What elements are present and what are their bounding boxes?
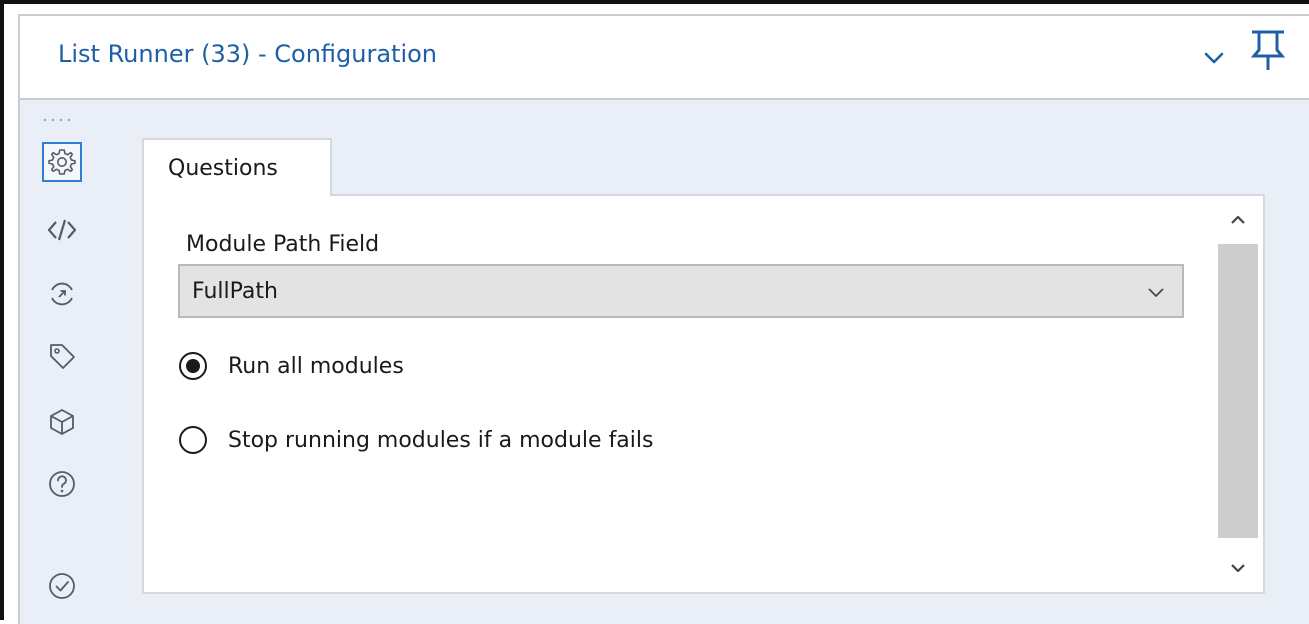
module-path-label: Module Path Field	[186, 232, 380, 257]
window-title: List Runner (33) - Configuration	[58, 40, 438, 68]
radio-stop-on-failure[interactable]: Stop running modules if a module fails	[178, 422, 653, 458]
radio-run-all-modules[interactable]: Run all modules	[178, 348, 404, 384]
chevron-down-icon	[1148, 288, 1164, 297]
chevron-up-icon	[1231, 215, 1245, 224]
scroll-up-button[interactable]	[1216, 200, 1260, 240]
configuration-window: List Runner (33) - Configuration Questio…	[0, 0, 1309, 624]
tab-questions-label: Questions	[168, 156, 278, 181]
vertical-scrollbar[interactable]	[1216, 200, 1260, 588]
drag-grip-icon[interactable]	[43, 118, 75, 122]
radio-stop-on-failure-label: Stop running modules if a module fails	[228, 427, 654, 453]
package-icon[interactable]	[42, 402, 82, 442]
chevron-down-icon[interactable]	[1202, 46, 1226, 70]
chevron-down-icon	[1231, 564, 1245, 573]
tab-questions[interactable]: Questions	[142, 138, 332, 196]
check-circle-icon[interactable]	[42, 566, 82, 606]
radio-run-all-modules-label: Run all modules	[228, 353, 404, 379]
title-bar: List Runner (33) - Configuration	[18, 14, 1309, 100]
tag-icon[interactable]	[42, 336, 82, 376]
module-path-value: FullPath	[192, 279, 278, 304]
radio-unchecked-icon[interactable]	[178, 425, 208, 455]
help-icon[interactable]	[42, 464, 82, 504]
scroll-down-button[interactable]	[1216, 548, 1260, 588]
configuration-body: Questions Module Path Field FullPath Run…	[18, 100, 1309, 624]
module-path-dropdown[interactable]: FullPath	[178, 264, 1184, 318]
connection-progress-icon[interactable]	[42, 274, 82, 314]
questions-panel: Module Path Field FullPath Run all modul…	[142, 194, 1265, 594]
code-icon[interactable]	[42, 210, 82, 250]
scroll-thumb[interactable]	[1218, 244, 1258, 538]
radio-checked-icon[interactable]	[178, 351, 208, 381]
pin-icon[interactable]	[1248, 28, 1288, 72]
gear-icon[interactable]	[42, 142, 82, 182]
